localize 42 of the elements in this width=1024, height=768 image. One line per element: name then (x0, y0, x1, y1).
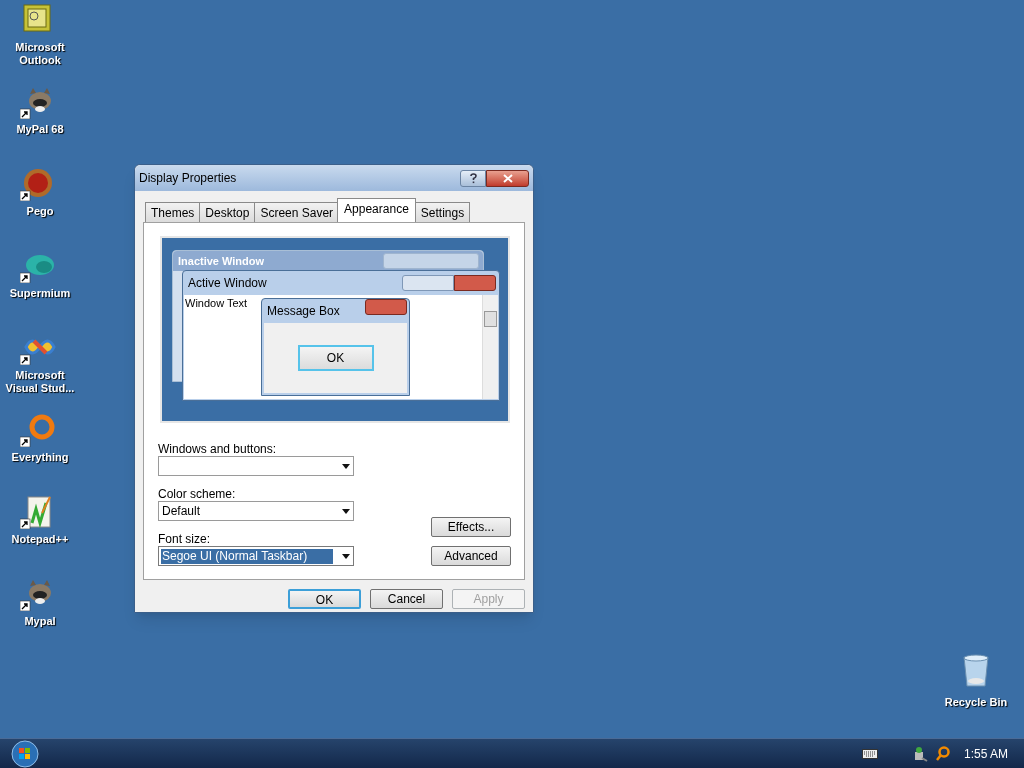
close-icon (502, 173, 513, 183)
keyboard-icon[interactable] (861, 748, 878, 759)
dropdown[interactable]: Default (158, 501, 354, 521)
active-window-title: Active Window (188, 275, 268, 292)
field-label: Color scheme: (158, 486, 237, 502)
dropdown-arrow-icon (342, 553, 350, 559)
desktop-icon-label[interactable]: Supermium (0, 287, 80, 300)
help-button[interactable] (460, 169, 486, 187)
window-text: Window Text (185, 296, 248, 311)
network-icon[interactable] (913, 745, 928, 762)
field-label: Font size: (158, 531, 212, 547)
recycle-bin-label: Recycle Bin (944, 695, 1008, 710)
desktop-icon-label[interactable]: Microsoft Visual Stud... (0, 369, 80, 395)
search-icon[interactable] (935, 745, 950, 762)
dropdown[interactable] (158, 456, 354, 476)
question-mark-icon (469, 172, 477, 184)
tab[interactable]: Settings (414, 202, 471, 222)
message-box-title: Message Box (267, 303, 341, 320)
desktop-icon-label[interactable]: MyPal 68 (0, 123, 80, 136)
field-label: Windows and buttons: (158, 441, 278, 457)
clock[interactable]: 1:55 AM (963, 744, 1008, 763)
start-button-icon[interactable] (11, 739, 39, 768)
tab[interactable]: Screen Saver (254, 202, 340, 222)
button[interactable]: Advanced (431, 546, 511, 566)
dropdown-arrow-icon (342, 463, 350, 469)
desktop-icon-label[interactable]: Pego (0, 205, 80, 218)
dropdown-arrow-icon (342, 508, 350, 514)
button[interactable]: OK (288, 589, 361, 609)
desktop-icon-label[interactable]: Microsoft Outlook (0, 41, 80, 67)
recycle-bin-icon[interactable] (962, 654, 990, 688)
button[interactable]: Cancel (370, 589, 443, 609)
desktop-icon-label[interactable]: Notepad++ (0, 533, 80, 546)
inactive-window-title: Inactive Window (178, 253, 266, 269)
desktop-icon-label[interactable]: Mypal (0, 615, 80, 628)
dropdown[interactable]: Segoe UI (Normal Taskbar) (158, 546, 354, 566)
window-title: Display Properties (139, 170, 238, 187)
tab[interactable]: Desktop (199, 202, 256, 222)
tab[interactable]: Appearance (337, 198, 416, 222)
button[interactable]: Effects... (431, 517, 511, 537)
close-button[interactable] (486, 169, 529, 187)
tab[interactable]: Themes (145, 202, 201, 222)
desktop-icon-label[interactable]: Everything (0, 451, 80, 464)
